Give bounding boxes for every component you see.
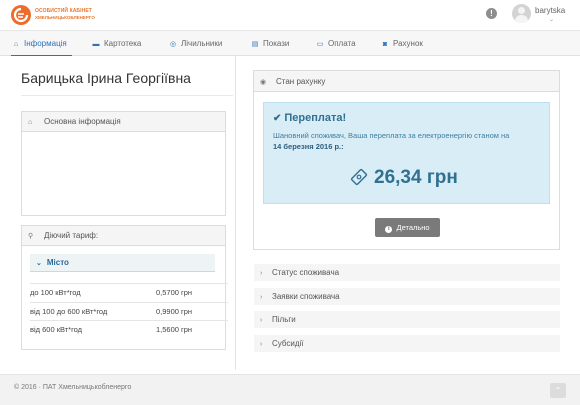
tariff-panel: ⚲ Діючий тариф: ⌄ Місто до 100 кВт*год 0,5… bbox=[21, 225, 228, 350]
main-nav: ⌂ Інформація ▬ Картотека ◎ Лічильники ▤ Пока… bbox=[0, 30, 580, 57]
tariff-row: від 100 до 600 кВт*год 0,9900 грн bbox=[30, 302, 228, 319]
panel-title: Стан рахунку bbox=[276, 77, 326, 86]
tab-label: Покази bbox=[263, 39, 290, 48]
overpayment-amount: 26,34 грн bbox=[350, 167, 458, 189]
avatar[interactable] bbox=[512, 4, 531, 23]
tab-label: Інформація bbox=[24, 39, 67, 48]
amount-value: 26,34 грн bbox=[374, 167, 458, 188]
tab-label: Оплата bbox=[328, 39, 356, 48]
alert-date: 14 березня 2016 р.: bbox=[273, 142, 344, 151]
tariff-group-toggle[interactable]: ⌄ Місто bbox=[30, 254, 215, 272]
clipboard-icon: ▤ bbox=[251, 41, 259, 48]
brand-title: ОСОБИСТИЙ КАБІНЕТ bbox=[35, 8, 92, 14]
username-label[interactable]: barytska bbox=[535, 6, 565, 15]
panel-header[interactable]: ⚲ Діючий тариф: bbox=[22, 226, 225, 246]
eye-icon: ◉ bbox=[260, 79, 267, 86]
brand-logo-icon[interactable] bbox=[11, 5, 31, 25]
tariff-range: від 100 до 600 кВт*год bbox=[30, 307, 108, 316]
top-bar: ОСОБИСТИЙ КАБІНЕТ ХМЕЛЬНИЦЬКОБЛЕНЕРГО ! … bbox=[0, 0, 580, 30]
panel-header[interactable]: ⌂ Основна інформація bbox=[22, 112, 225, 132]
tab-meters[interactable]: ◎ Лічильники bbox=[168, 31, 222, 56]
accordion-benefits[interactable]: › Пільги bbox=[254, 311, 560, 328]
chevron-down-icon: ⌄ bbox=[36, 260, 42, 267]
tariff-price: 0,9900 грн bbox=[156, 307, 193, 316]
accordion-subsidies[interactable]: › Субсидії bbox=[254, 335, 560, 352]
details-button[interactable]: i Детально bbox=[375, 218, 440, 237]
check-icon: ✔ bbox=[273, 113, 282, 124]
lightbulb-icon: ⚲ bbox=[28, 233, 34, 240]
chevron-right-icon: › bbox=[260, 317, 263, 324]
money-icon: ◙ bbox=[382, 41, 388, 48]
panel-title: Основна інформація bbox=[44, 117, 121, 126]
alert-title: ✔ Переплата! bbox=[273, 112, 347, 124]
footer: © 2016 · ПАТ Хмельницькобленерго ⌃ bbox=[0, 374, 580, 405]
panel-title: Діючий тариф: bbox=[44, 231, 99, 240]
tab-bill[interactable]: ◙ Рахунок bbox=[380, 31, 423, 56]
chevron-up-icon[interactable]: ⌃ bbox=[550, 383, 566, 398]
credit-card-icon: ▭ bbox=[316, 41, 324, 48]
overpayment-alert: ✔ Переплата! Шановний споживач, Ваша пере… bbox=[263, 102, 550, 204]
basic-info-panel: ⌂ Основна інформація bbox=[21, 111, 226, 216]
accordion-consumer-requests[interactable]: › Заявки споживача bbox=[254, 288, 560, 305]
tab-label: Картотека bbox=[104, 39, 142, 48]
chevron-down-icon[interactable]: ⌄ bbox=[549, 16, 554, 23]
dashboard-icon: ◎ bbox=[169, 41, 177, 48]
left-column: Барицька Ірина Георгіївна ⌂ Основна інфор… bbox=[10, 56, 236, 370]
tariff-row: від 600 кВт*год 1,5600 грн bbox=[30, 320, 228, 337]
tariff-group-label: Місто bbox=[46, 258, 69, 267]
tab-card-file[interactable]: ▬ Картотека bbox=[91, 31, 142, 56]
chevron-right-icon: › bbox=[260, 294, 263, 301]
tariff-price: 1,5600 грн bbox=[156, 325, 193, 334]
accordion-consumer-status[interactable]: › Статус споживача bbox=[254, 264, 560, 281]
tab-label: Лічильники bbox=[181, 39, 223, 48]
tab-readings[interactable]: ▤ Покази bbox=[250, 31, 290, 56]
tab-payment[interactable]: ▭ Оплата bbox=[315, 31, 356, 56]
money-tag-icon bbox=[350, 168, 368, 188]
tab-label: Рахунок bbox=[393, 39, 423, 48]
tariff-price: 0,5700 грн bbox=[156, 288, 193, 297]
tariff-range: до 100 кВт*год bbox=[30, 288, 81, 297]
footer-copyright: © 2016 · ПАТ Хмельницькобленерго bbox=[14, 384, 132, 391]
chevron-right-icon: › bbox=[260, 270, 263, 277]
account-status-panel: ◉ Стан рахунку ✔ Переплата! Шановний спожи… bbox=[253, 70, 560, 250]
home-icon: ⌂ bbox=[13, 41, 19, 48]
home-icon: ⌂ bbox=[28, 119, 33, 126]
brand-subtitle: ХМЕЛЬНИЦЬКОБЛЕНЕРГО bbox=[35, 15, 95, 20]
tariff-row: до 100 кВт*год 0,5700 грн bbox=[30, 283, 228, 300]
info-icon: i bbox=[385, 226, 393, 233]
panel-header[interactable]: ◉ Стан рахунку bbox=[254, 71, 559, 92]
divider bbox=[21, 95, 233, 96]
id-card-icon: ▬ bbox=[92, 41, 100, 48]
exclamation-circle-icon[interactable]: ! bbox=[486, 8, 497, 19]
alert-message: Шановний споживач, Ваша переплата за еле… bbox=[273, 131, 510, 151]
tab-information[interactable]: ⌂ Інформація bbox=[11, 31, 72, 57]
chevron-right-icon: › bbox=[260, 341, 263, 348]
tariff-range: від 600 кВт*год bbox=[30, 325, 83, 334]
page-title: Барицька Ірина Георгіївна bbox=[21, 70, 191, 86]
